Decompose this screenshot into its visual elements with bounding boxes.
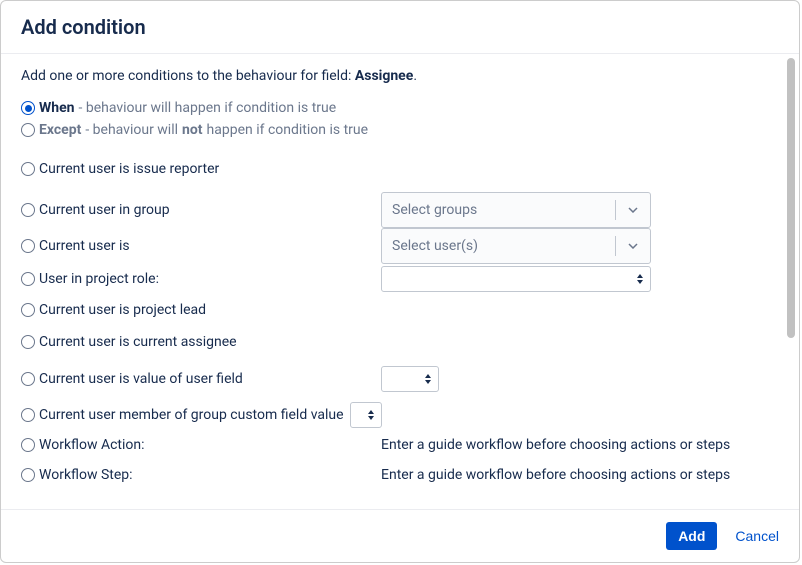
hint-workflow-step: Enter a guide workflow before choosing a…	[381, 467, 730, 483]
scrollbar-thumb[interactable]	[787, 58, 795, 338]
cond-value-user-field[interactable]: Current user is value of user field	[21, 364, 765, 394]
intro-field-name: Assignee	[355, 68, 413, 84]
radio-workflow-step[interactable]	[21, 468, 35, 482]
cond-user-is[interactable]: Current user is Select user(s)	[21, 228, 765, 264]
label-member-group-cf: Current user member of group custom fiel…	[39, 407, 344, 423]
label-project-role: User in project role:	[39, 271, 159, 287]
dialog-body: Add one or more conditions to the behavi…	[1, 54, 785, 509]
updown-icon	[636, 274, 644, 284]
radio-when[interactable]	[21, 101, 35, 115]
radio-project-role[interactable]	[21, 272, 35, 286]
select-group-cf[interactable]	[350, 402, 382, 428]
dialog-header: Add condition	[1, 1, 799, 54]
chevron-down-icon	[628, 207, 638, 213]
select-users-caret[interactable]	[616, 243, 650, 249]
radio-member-group-cf[interactable]	[21, 408, 35, 422]
cond-project-role[interactable]: User in project role:	[21, 264, 765, 294]
radio-issue-reporter[interactable]	[21, 162, 35, 176]
cond-user-in-group[interactable]: Current user in group Select groups	[21, 192, 765, 228]
updown-icon	[424, 374, 432, 384]
radio-except[interactable]	[21, 123, 35, 137]
cancel-button[interactable]: Cancel	[735, 528, 779, 544]
radio-user-is[interactable]	[21, 239, 35, 253]
select-groups[interactable]: Select groups	[381, 192, 651, 228]
radio-project-lead[interactable]	[21, 303, 35, 317]
mode-except-desc-not: not	[182, 122, 203, 138]
mode-when-desc: - behaviour will happen if condition is …	[79, 100, 337, 116]
select-users-placeholder: Select user(s)	[382, 238, 615, 254]
label-value-user-field: Current user is value of user field	[39, 371, 243, 387]
dialog-footer: Add Cancel	[1, 509, 799, 562]
cond-workflow-step[interactable]: Workflow Step: Enter a guide workflow be…	[21, 460, 765, 490]
mode-except-row[interactable]: Except - behaviour will not happen if co…	[21, 120, 765, 140]
hint-workflow-action: Enter a guide workflow before choosing a…	[381, 437, 730, 453]
cond-workflow-action[interactable]: Workflow Action: Enter a guide workflow …	[21, 430, 765, 460]
label-workflow-step: Workflow Step:	[39, 467, 133, 483]
add-button[interactable]: Add	[666, 522, 717, 550]
mode-except-label: Except	[39, 122, 81, 138]
intro-prefix: Add one or more conditions to the behavi…	[21, 68, 355, 84]
cond-project-lead[interactable]: Current user is project lead	[21, 294, 765, 326]
chevron-down-icon	[628, 243, 638, 249]
cond-member-group-cf[interactable]: Current user member of group custom fiel…	[21, 400, 765, 430]
label-current-assignee: Current user is current assignee	[39, 334, 237, 350]
select-groups-caret[interactable]	[616, 207, 650, 213]
updown-icon	[367, 410, 375, 420]
label-user-is: Current user is	[39, 238, 130, 254]
scrollbar[interactable]	[787, 58, 797, 505]
label-project-lead: Current user is project lead	[39, 302, 206, 318]
select-groups-placeholder: Select groups	[382, 202, 615, 218]
intro-suffix: .	[413, 68, 417, 84]
add-condition-dialog: Add condition Add one or more conditions…	[0, 0, 800, 563]
mode-when-row[interactable]: When - behaviour will happen if conditio…	[21, 98, 765, 118]
cond-issue-reporter[interactable]: Current user is issue reporter	[21, 156, 765, 182]
label-workflow-action: Workflow Action:	[39, 437, 145, 453]
mode-except-desc-a: - behaviour will	[85, 122, 178, 138]
radio-current-assignee[interactable]	[21, 335, 35, 349]
radio-value-user-field[interactable]	[21, 372, 35, 386]
intro-text: Add one or more conditions to the behavi…	[21, 68, 765, 84]
dialog-title: Add condition	[21, 15, 779, 39]
label-user-in-group: Current user in group	[39, 202, 170, 218]
select-users[interactable]: Select user(s)	[381, 228, 651, 264]
radio-user-in-group[interactable]	[21, 203, 35, 217]
select-project-role[interactable]	[381, 266, 651, 292]
dialog-body-wrap: Add one or more conditions to the behavi…	[1, 54, 799, 509]
mode-except-desc-b: happen if condition is true	[207, 122, 369, 138]
mode-when-label: When	[39, 100, 75, 116]
cond-current-assignee[interactable]: Current user is current assignee	[21, 326, 765, 358]
select-user-field[interactable]	[381, 366, 439, 392]
radio-workflow-action[interactable]	[21, 438, 35, 452]
label-issue-reporter: Current user is issue reporter	[39, 161, 219, 177]
